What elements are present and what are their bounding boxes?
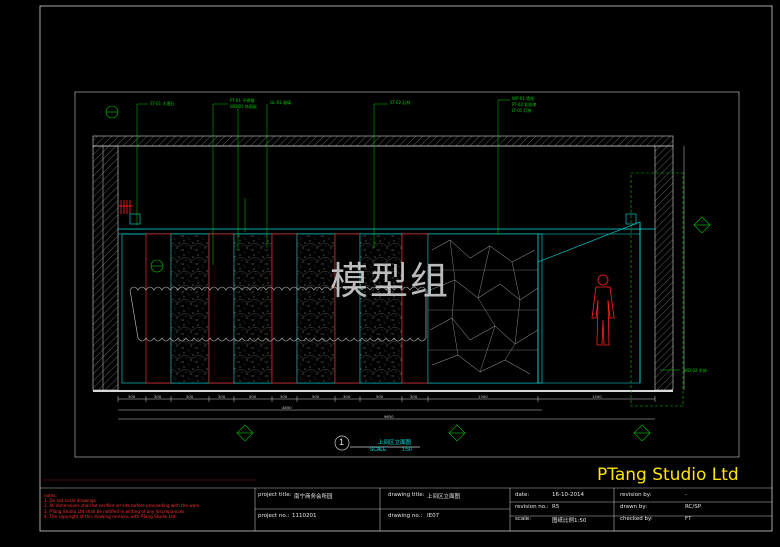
drawn-by: RC/SP [685, 504, 702, 510]
dimension-values: 300 300 500 300 500 300 500 300 500 300 1300 150… [128, 394, 602, 419]
svg-text:GL-01 玻璃: GL-01 玻璃 [270, 99, 291, 105]
elevation-title: 上间区立面图 [378, 440, 412, 446]
drawing-no: IE07 [427, 513, 440, 519]
section-marker-bottom [236, 424, 651, 442]
date-label: date: [515, 492, 530, 498]
project-no-label: project no.: [258, 513, 290, 519]
svg-text:ST-02 石材: ST-02 石材 [390, 99, 410, 105]
svg-text:500: 500 [186, 394, 194, 399]
watermark-text: 模型组 [330, 259, 451, 303]
svg-text:1500: 1500 [592, 394, 602, 399]
svg-text:500: 500 [249, 394, 257, 399]
drawing-notes: notes: 1. Do not scale drawings. 2. All … [44, 493, 244, 519]
drawn-by-label: drawn by: [620, 504, 648, 510]
elevation-scale-label: SCALE [370, 447, 387, 453]
section-marker-right [693, 216, 711, 234]
svg-text:300: 300 [410, 394, 418, 399]
project-title-label: project title: [258, 492, 292, 498]
svg-text:300: 300 [218, 394, 226, 399]
svg-text:LT-01 灯带: LT-01 灯带 [512, 107, 532, 113]
svg-text:PT-02 乳胶漆: PT-02 乳胶漆 [512, 101, 536, 107]
svg-text:500: 500 [312, 394, 320, 399]
project-title: 南宁商务会所园 [294, 494, 333, 500]
svg-text:4850: 4850 [282, 405, 292, 410]
svg-text:WD-01 饰面板: WD-01 饰面板 [230, 103, 257, 109]
svg-text:300: 300 [154, 394, 162, 399]
svg-text:PT-01 不锈钢: PT-01 不锈钢 [230, 97, 254, 103]
scale-value: 图纸比例1:50 [552, 518, 587, 524]
elevation-number: 1 [339, 437, 345, 447]
svg-text:300: 300 [128, 394, 136, 399]
studio-name: PTang Studio Ltd [597, 465, 739, 485]
svg-text:300: 300 [343, 394, 351, 399]
drawing-title: 上间区立面图 [427, 494, 461, 500]
scale-label: scale: [515, 516, 532, 522]
svg-text:1300: 1300 [478, 394, 488, 399]
sconce-fixture [119, 200, 133, 214]
drawing-no-label: drawing no.: [388, 513, 423, 519]
date-value: 16-10-2014 [552, 492, 584, 498]
elevation-scale: 1:50 [402, 447, 412, 453]
revision-by-label: revision by: [620, 492, 652, 498]
svg-text:9650: 9650 [384, 414, 394, 419]
svg-text:WD-02 木饰: WD-02 木饰 [684, 367, 707, 373]
checked-by: FT [685, 516, 692, 522]
drawing-title-label: drawing title: [388, 492, 425, 498]
revision-no-label: revision no.: [515, 504, 549, 510]
svg-text:300: 300 [280, 394, 288, 399]
angled-wall-panel [537, 221, 641, 384]
svg-text:WP-01 墙纸: WP-01 墙纸 [512, 95, 534, 101]
svg-text:ST-01 大理石: ST-01 大理石 [150, 100, 174, 106]
project-no: 1110201 [292, 513, 317, 519]
checked-by-label: checked by: [620, 516, 653, 522]
revision-by: - [685, 492, 687, 498]
revision-no: R5 [552, 504, 560, 510]
human-figure [591, 274, 615, 346]
svg-text:500: 500 [376, 394, 384, 399]
note-item: 4. The copyright of this drawing remains… [44, 513, 177, 519]
